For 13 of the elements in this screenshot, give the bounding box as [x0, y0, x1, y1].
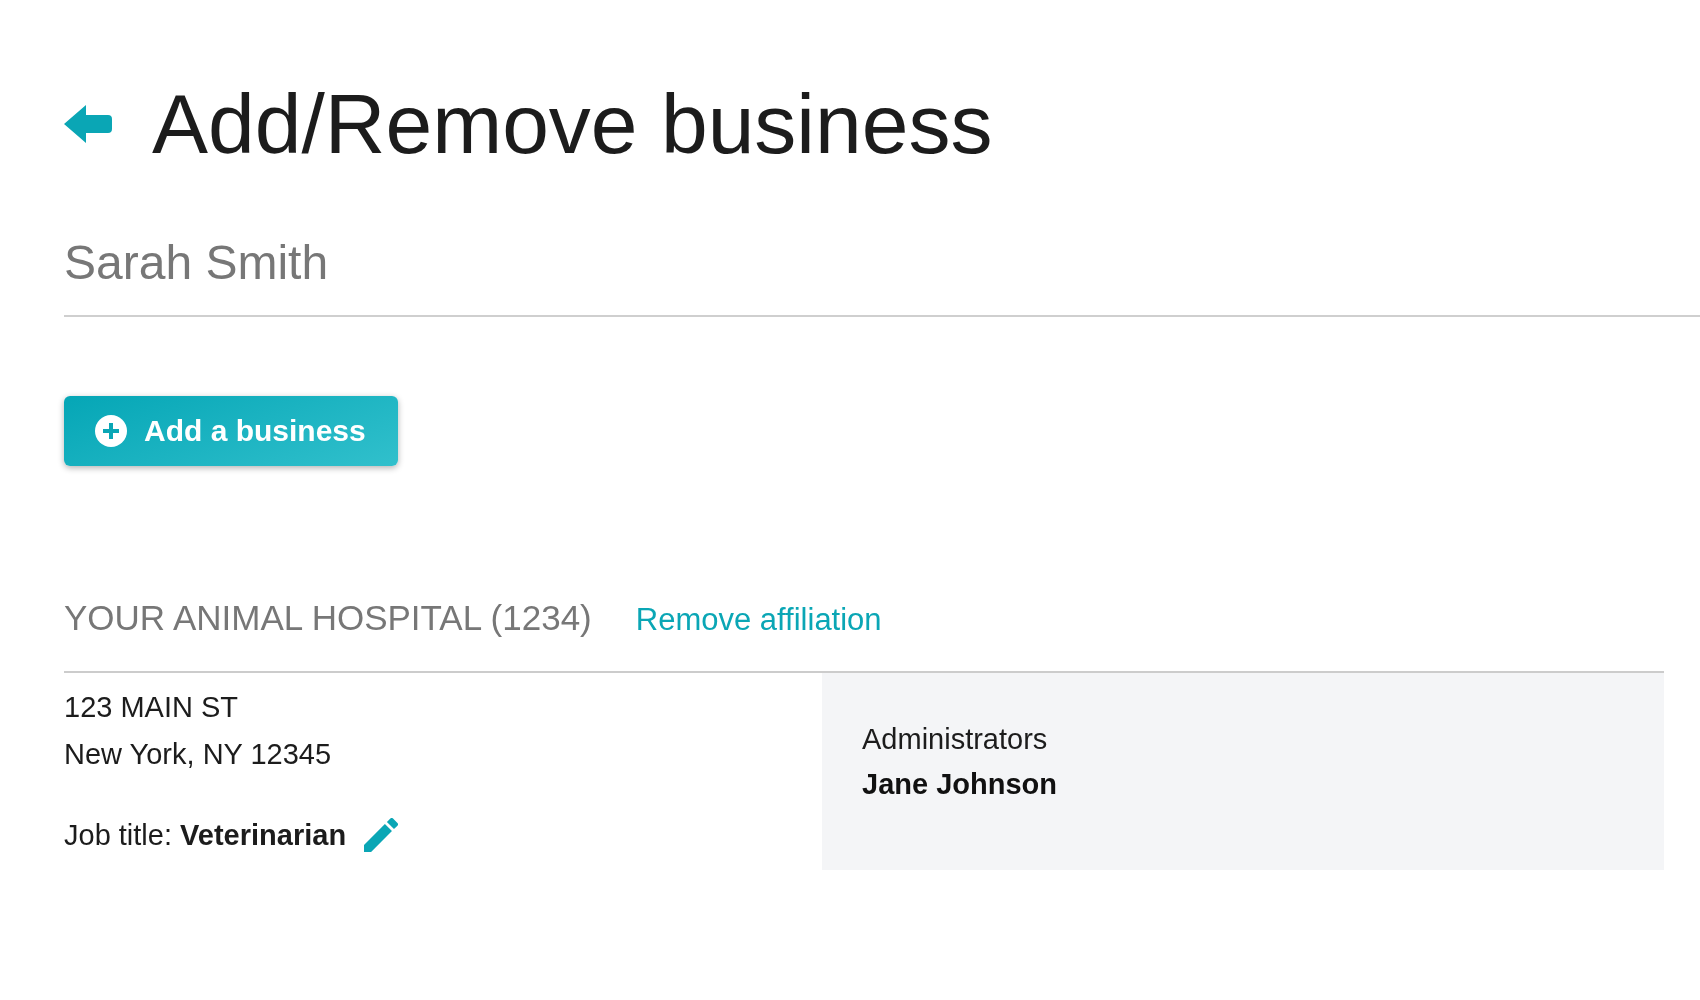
administrators-label: Administrators — [862, 722, 1049, 758]
administrator-name: Jane Johnson — [862, 767, 1058, 803]
pencil-edit-icon[interactable] — [364, 818, 399, 853]
business-name: YOUR ANIMAL HOSPITAL (1234) — [64, 597, 592, 640]
address-line: 123 MAIN ST — [64, 690, 240, 726]
remove-affiliation-link[interactable]: Remove affiliation — [635, 599, 882, 642]
address-line: New York, NY 12345 — [64, 737, 333, 773]
user-name: Sarah Smith — [64, 234, 329, 291]
page-title: Add/Remove business — [152, 76, 993, 173]
back-arrow-icon[interactable] — [64, 104, 112, 145]
add-business-button[interactable]: Add a business — [64, 396, 398, 467]
job-title-text: Job title: Veterinarian — [64, 818, 347, 854]
plus-circle-icon — [95, 415, 127, 448]
